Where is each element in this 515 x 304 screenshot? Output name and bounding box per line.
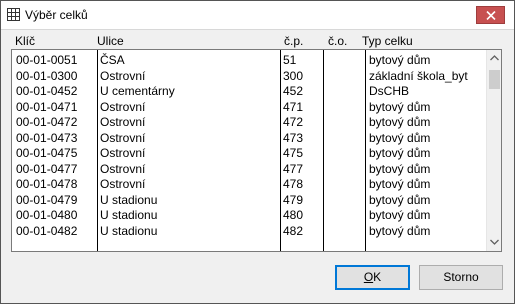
cell-klic: 00-01-0473 [16,130,78,145]
cell-cp: 479 [283,192,304,207]
cell-ulice: Ostrovní [100,99,146,114]
cell-cp: 480 [283,208,304,222]
cell-cp: 478 [283,177,304,191]
vertical-scrollbar[interactable] [486,50,501,251]
cell-typ: bytový dům [369,99,431,114]
dialog-window: Výběr celků Klíč Ulice č.p. č.o. Typ cel… [0,0,515,304]
cell-cp: 300 [283,68,304,83]
chevron-up-icon[interactable] [490,55,499,61]
cell-klic: 00-01-0452 [16,84,78,98]
list-item[interactable]: 00-01-0473 Ostrovní 473 bytový dům [12,131,487,147]
cell-cp: 482 [283,223,304,238]
cell-typ: bytový dům [369,223,431,238]
chevron-down-icon[interactable] [490,239,499,245]
list-item[interactable]: 00-01-0472 Ostrovní 472 bytový dům [12,115,487,131]
cell-cp: 51 [283,53,297,67]
cell-ulice: Ostrovní [100,146,146,160]
list-item[interactable]: 00-01-0452 U cementárny 452 DsCHB [12,84,487,100]
cell-typ: bytový dům [369,53,431,67]
units-list[interactable]: 00-01-0051 ČSA 51 bytový dům 00-01-0300 Ostro… [11,49,502,252]
cell-cp: 475 [283,146,304,160]
ok-button[interactable]: OK [335,265,410,290]
cell-ulice: Ostrovní [100,161,146,176]
close-icon [486,11,496,20]
list-item[interactable]: 00-01-0482 U stadionu 482 bytový dům [12,224,487,240]
cell-ulice: Ostrovní [100,130,146,145]
cell-typ: bytový dům [369,146,431,160]
cell-typ: bytový dům [369,208,431,222]
table-icon [7,8,20,21]
ok-label-rest: K [373,270,382,284]
cell-ulice: ČSA [100,53,125,67]
ok-mnemonic: O [363,270,374,284]
cancel-button[interactable]: Storno [419,265,503,290]
list-item[interactable]: 00-01-0300 Ostrovní 300 základní škola_byt [12,69,487,85]
cell-cp: 471 [283,99,304,114]
cell-klic: 00-01-0051 [16,53,78,67]
cell-typ: bytový dům [369,161,431,176]
title-bar[interactable]: Výběr celků [1,1,514,30]
window-title: Výběr celků [25,8,88,22]
scrollbar-thumb[interactable] [489,70,500,89]
cell-ulice: Ostrovní [100,177,146,191]
cell-ulice: U stadionu [100,192,158,207]
cell-typ: bytový dům [369,115,431,129]
cell-klic: 00-01-0475 [16,146,78,160]
list-item[interactable]: 00-01-0475 Ostrovní 475 bytový dům [12,146,487,162]
cell-ulice: Ostrovní [100,68,146,83]
cell-ulice: U cementárny [100,84,175,98]
cell-cp: 472 [283,115,304,129]
cell-typ: základní škola_byt [369,68,468,83]
list-item[interactable]: 00-01-0479 U stadionu 479 bytový dům [12,193,487,209]
cell-klic: 00-01-0471 [16,99,78,114]
cell-ulice: U stadionu [100,208,158,222]
cell-klic: 00-01-0480 [16,208,78,222]
cell-klic: 00-01-0479 [16,192,78,207]
list-item[interactable]: 00-01-0477 Ostrovní 477 bytový dům [12,162,487,178]
cell-typ: DsCHB [369,84,410,98]
cell-ulice: U stadionu [100,223,158,238]
cell-ulice: Ostrovní [100,115,146,129]
column-header-klic[interactable]: Klíč [15,34,35,48]
cell-typ: bytový dům [369,177,431,191]
close-button[interactable] [476,6,505,24]
list-rows: 00-01-0051 ČSA 51 bytový dům 00-01-0300 Ostro… [12,53,487,239]
cell-klic: 00-01-0478 [16,177,78,191]
cell-klic: 00-01-0482 [16,223,78,238]
column-header-ulice[interactable]: Ulice [97,34,124,48]
list-item[interactable]: 00-01-0478 Ostrovní 478 bytový dům [12,177,487,193]
list-item[interactable]: 00-01-0471 Ostrovní 471 bytový dům [12,100,487,116]
cell-typ: bytový dům [369,192,431,207]
column-header-typ[interactable]: Typ celku [362,34,413,48]
column-header-cp[interactable]: č.p. [284,34,303,48]
list-item[interactable]: 00-01-0480 U stadionu 480 bytový dům [12,208,487,224]
cell-typ: bytový dům [369,130,431,145]
column-headers: Klíč Ulice č.p. č.o. Typ celku [1,34,514,48]
list-item[interactable]: 00-01-0051 ČSA 51 bytový dům [12,53,487,69]
cell-cp: 473 [283,130,304,145]
cell-cp: 452 [283,84,304,98]
cell-cp: 477 [283,161,304,176]
cell-klic: 00-01-0477 [16,161,78,176]
cell-klic: 00-01-0472 [16,115,78,129]
column-header-co[interactable]: č.o. [328,34,347,48]
cell-klic: 00-01-0300 [16,68,78,83]
